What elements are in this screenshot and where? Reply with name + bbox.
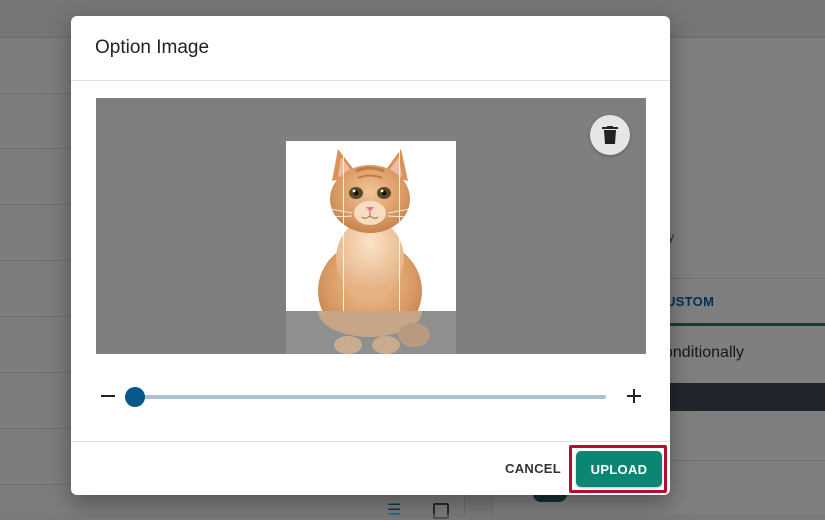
zoom-slider-thumb[interactable] (125, 387, 145, 407)
dialog-header: Option Image (71, 16, 670, 81)
trash-icon (602, 126, 618, 144)
cat-image[interactable] (286, 141, 456, 354)
cancel-button[interactable]: CANCEL (495, 452, 571, 484)
upload-button[interactable]: UPLOAD (576, 451, 662, 487)
option-image-dialog: Option Image CANCEL UPLOAD (71, 16, 670, 495)
image-overflow (286, 311, 456, 354)
plus-icon (627, 389, 641, 403)
dialog-footer: CANCEL UPLOAD (71, 441, 670, 495)
kitten-photo (318, 149, 422, 311)
delete-image-button[interactable] (590, 115, 630, 155)
crop-frame[interactable] (286, 141, 456, 311)
zoom-control (96, 381, 646, 413)
image-crop-area[interactable] (96, 98, 646, 354)
minus-icon (101, 395, 115, 397)
kitten-paws (318, 311, 430, 354)
zoom-in-button[interactable] (622, 384, 646, 408)
dialog-title: Option Image (95, 37, 210, 58)
zoom-slider-track[interactable] (125, 387, 606, 407)
zoom-out-button[interactable] (96, 384, 120, 408)
